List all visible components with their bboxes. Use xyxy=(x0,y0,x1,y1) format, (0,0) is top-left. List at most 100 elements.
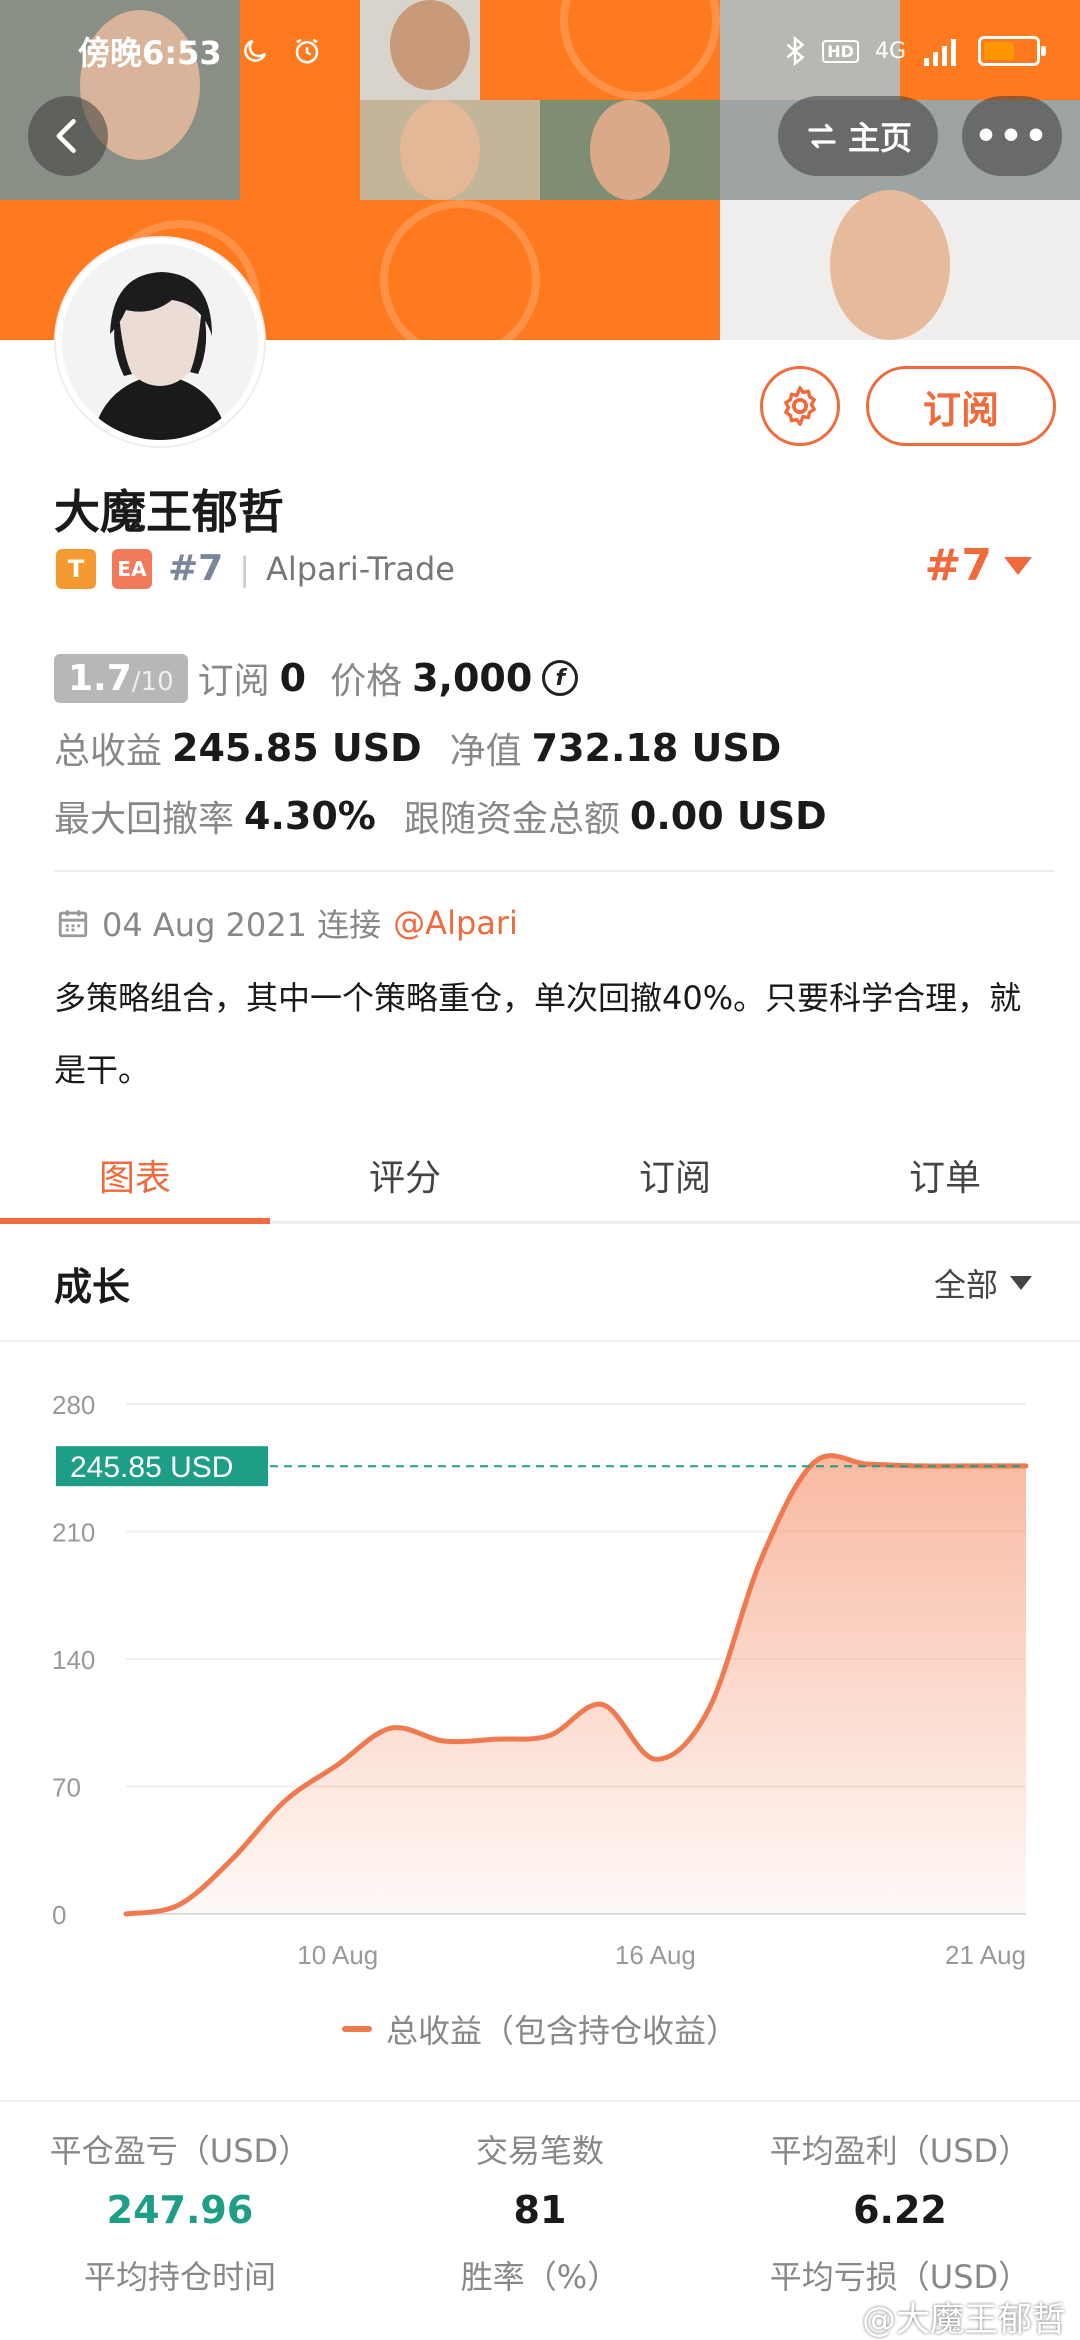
metrics-grid: 平仓盈亏（USD） 247.96 交易笔数 81 平均盈利（USD） 6.22 … xyxy=(0,2126,1080,2298)
trader-tags: T EA #7 | Alpari-Trade xyxy=(56,548,455,589)
growth-chart[interactable]: 280 210 140 70 0 245.85 USD 10 Aug 16 Aug 21 A… xyxy=(0,1342,1080,2112)
back-button[interactable] xyxy=(28,96,108,176)
watermark: @大魔王郁哲 xyxy=(828,2292,1066,2340)
banner-pattern xyxy=(380,200,540,340)
subs-label: 订阅 xyxy=(197,661,270,702)
tab-rating[interactable]: 评分 xyxy=(270,1128,540,1221)
subscribe-button[interactable]: 订阅 xyxy=(866,366,1056,446)
x-tick-label: 21 Aug xyxy=(945,1940,1026,1970)
follow-value: 0.00 USD xyxy=(629,794,827,838)
total-profit-value: 245.85 USD xyxy=(172,726,422,770)
y-tick-label: 280 xyxy=(52,1390,95,1420)
rank-dropdown[interactable]: #7 xyxy=(925,540,1032,591)
divider xyxy=(0,2100,1080,2102)
score-value: 1.7 xyxy=(68,657,132,699)
banner-face xyxy=(400,100,480,200)
tab-subscribe[interactable]: 订阅 xyxy=(540,1128,810,1221)
chart-area xyxy=(126,1455,1026,1914)
watermark-text: @大魔王郁哲 xyxy=(862,2300,1066,2340)
x-tick-label: 10 Aug xyxy=(297,1940,378,1970)
metric-avg-hold-time: 平均持仓时间 xyxy=(0,2252,360,2298)
tab-chart[interactable]: 图表 xyxy=(0,1128,270,1224)
y-tick-label: 140 xyxy=(52,1645,95,1675)
metric-avg-profit: 平均盈利（USD） 6.22 xyxy=(720,2126,1080,2232)
tag-ea: EA xyxy=(112,548,152,589)
hd-icon: HD xyxy=(822,39,859,63)
metric-value: 247.96 xyxy=(106,2188,254,2232)
weibo-icon xyxy=(830,2310,852,2327)
broker-label: Alpari-Trade xyxy=(266,549,455,588)
switch-icon xyxy=(808,123,836,149)
settings-button[interactable] xyxy=(760,366,840,446)
stats-row-1: 1.7/10 订阅 0 价格 3,000 f xyxy=(54,652,579,704)
stats-row-2: 总收益 245.85 USD 净值 732.18 USD xyxy=(54,722,781,774)
status-time: 傍晚6:53 xyxy=(78,34,222,72)
broker-link[interactable]: @Alpari xyxy=(393,904,518,942)
current-value-label: 245.85 USD xyxy=(70,1451,233,1484)
divider xyxy=(54,870,1054,872)
chevron-left-icon xyxy=(56,119,76,153)
drawdown-label: 最大回撤率 xyxy=(54,799,235,840)
trader-name: 大魔王郁哲 xyxy=(54,485,284,539)
home-label: 主页 xyxy=(847,119,912,157)
tag-t: T xyxy=(56,548,96,589)
price-value: 3,000 xyxy=(412,656,533,700)
metric-label: 胜率（%） xyxy=(460,2258,620,2296)
price-label: 价格 xyxy=(330,661,403,702)
metric-trade-count: 交易笔数 81 xyxy=(360,2126,720,2232)
subs-value: 0 xyxy=(279,656,307,700)
tab-bar: 图表 评分 订阅 订单 xyxy=(0,1128,1080,1224)
battery-icon xyxy=(978,36,1046,66)
tag-separator: | xyxy=(239,549,250,588)
metric-closed-pnl: 平仓盈亏（USD） 247.96 xyxy=(0,2126,360,2232)
y-tick-label: 70 xyxy=(52,1773,81,1803)
avatar-image xyxy=(62,244,258,440)
calendar-icon xyxy=(58,910,88,938)
legend-label: 总收益（包含持仓收益） xyxy=(385,2012,738,2050)
metric-label: 平仓盈亏（USD） xyxy=(49,2132,311,2170)
status-bar: 傍晚6:53 HD 4G xyxy=(78,26,1046,76)
connect-date: 04 Aug 2021 连接 xyxy=(102,906,382,944)
metric-win-rate: 胜率（%） xyxy=(360,2252,720,2298)
more-dots-icon: ••• xyxy=(974,115,1050,157)
subscribe-label: 订阅 xyxy=(922,387,999,432)
score-max: /10 xyxy=(131,666,174,697)
range-filter-label: 全部 xyxy=(933,1266,998,1304)
equity-value: 732.18 USD xyxy=(531,726,782,770)
tab-orders[interactable]: 订单 xyxy=(810,1128,1080,1221)
y-tick-label: 0 xyxy=(52,1900,66,1930)
moon-icon xyxy=(243,39,266,62)
avatar[interactable] xyxy=(56,238,264,446)
rank-label: #7 xyxy=(168,548,224,589)
score-badge: 1.7/10 xyxy=(54,653,188,703)
y-tick-label: 210 xyxy=(52,1518,95,1548)
drawdown-value: 4.30% xyxy=(244,794,376,838)
legend-swatch xyxy=(341,2026,372,2032)
connect-info: 04 Aug 2021 连接 @Alpari xyxy=(56,900,518,946)
signal-icon xyxy=(924,39,956,66)
chart-legend: 总收益（包含持仓收益） xyxy=(0,2006,1080,2052)
range-filter[interactable]: 全部 xyxy=(934,1260,1032,1306)
section-title: 成长 xyxy=(54,1264,131,1309)
rank-dropdown-label: #7 xyxy=(924,540,992,591)
alarm-icon xyxy=(295,38,318,64)
home-button[interactable]: 主页 xyxy=(778,96,938,176)
total-profit-label: 总收益 xyxy=(54,731,163,772)
banner-face xyxy=(830,190,950,340)
metric-value: 6.22 xyxy=(853,2188,947,2232)
strategy-description: 多策略组合，其中一个策略重仓，单次回撤40%。只要科学合理，就是干。 xyxy=(54,979,1022,1089)
network-label: 4G xyxy=(874,38,906,64)
metric-label: 平均持仓时间 xyxy=(83,2258,276,2296)
coin-icon: f xyxy=(542,660,579,696)
caret-down-icon xyxy=(1010,1276,1032,1290)
more-button[interactable]: ••• xyxy=(962,96,1062,176)
bluetooth-icon xyxy=(786,36,805,66)
banner-face xyxy=(590,100,670,200)
gear-icon xyxy=(784,386,816,426)
growth-header: 成长 全部 xyxy=(0,1226,1080,1342)
metric-label: 交易笔数 xyxy=(475,2132,604,2170)
metric-label: 平均盈利（USD） xyxy=(769,2132,1031,2170)
follow-label: 跟随资金总额 xyxy=(403,799,620,840)
caret-down-icon xyxy=(1004,556,1032,575)
x-tick-label: 16 Aug xyxy=(615,1940,696,1970)
